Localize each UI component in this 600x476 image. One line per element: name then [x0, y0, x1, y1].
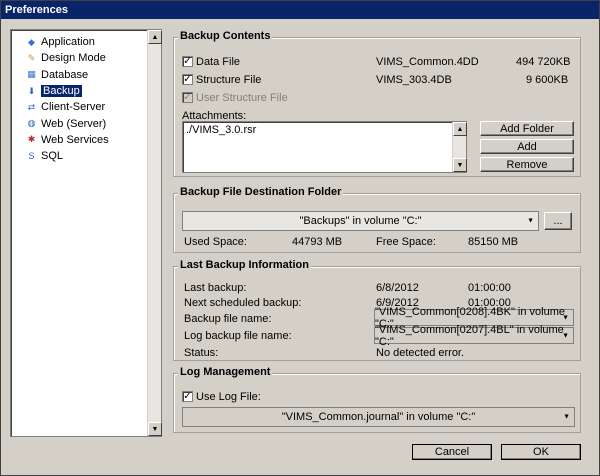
backup-contents-group: Backup Contents ✓ Data File VIMS_Common.… — [173, 30, 581, 177]
status-value: No detected error. — [376, 347, 465, 359]
web-server-icon: ◍ — [27, 118, 36, 129]
chevron-down-icon: ▼ — [527, 217, 534, 225]
last-backup-group: Last Backup Information Last backup: 6/8… — [173, 259, 581, 361]
log-file-select[interactable]: "VIMS_Common.journal" in volume "C:" ▼ — [182, 407, 575, 427]
cancel-button[interactable]: Cancel — [412, 444, 492, 460]
last-backup-date: 6/8/2012 — [376, 282, 419, 294]
sidebar-item-database[interactable]: ▦ Database — [11, 67, 147, 83]
scroll-down-button[interactable]: ▼ — [148, 422, 162, 436]
used-space-label: Used Space: — [184, 236, 247, 248]
ok-button[interactable]: OK — [501, 444, 581, 460]
sidebar-item-backup[interactable]: ⬇ Backup — [11, 83, 147, 99]
log-backup-file-name-label: Log backup file name: — [184, 330, 292, 342]
use-log-file-label: Use Log File: — [196, 391, 261, 403]
browse-button[interactable]: ... — [544, 212, 572, 230]
user-structure-file-checkbox[interactable]: ✓ — [182, 92, 193, 103]
sidebar-item-design-mode[interactable]: ✎ Design Mode — [11, 50, 147, 66]
log-backup-file-name-select[interactable]: "VIMS_Common[0207].4BL" in volume "C:" ▼ — [374, 324, 574, 348]
scroll-up-button[interactable]: ▲ — [148, 30, 162, 44]
structure-file-label: Structure File — [196, 74, 262, 86]
attachment-item[interactable]: ./VIMS_3.0.rsr — [186, 124, 256, 136]
log-management-title: Log Management — [178, 366, 273, 378]
remove-button[interactable]: Remove — [480, 157, 574, 172]
data-file-checkbox[interactable]: ✓ — [182, 56, 193, 67]
destination-group: Backup File Destination Folder "Backups"… — [173, 186, 581, 253]
web-services-icon: ✱ — [27, 134, 36, 145]
data-file-label: Data File — [196, 56, 241, 68]
sidebar-item-label: Client-Server — [41, 101, 106, 114]
structure-file-name: VIMS_303.4DB — [376, 74, 452, 86]
free-space-value: 85150 MB — [468, 236, 519, 248]
sidebar-item-label: Application — [41, 36, 95, 49]
attachments-scrollbar[interactable]: ▲ ▼ — [452, 122, 467, 172]
sidebar-list: ◆ Application ✎ Design Mode ▦ Database ⬇ Backup… — [11, 30, 147, 436]
sidebar-item-label: Design Mode — [41, 52, 106, 65]
client-server-icon: ⇄ — [27, 101, 36, 112]
structure-file-checkbox[interactable]: ✓ — [182, 74, 193, 85]
add-folder-button[interactable]: Add Folder — [480, 121, 574, 136]
free-space-label: Free Space: — [376, 236, 436, 248]
sidebar-item-label: Web (Server) — [41, 117, 107, 130]
chevron-down-icon: ▼ — [562, 314, 569, 321]
sidebar-item-web-services[interactable]: ✱ Web Services — [11, 132, 147, 148]
log-file-value: "VIMS_Common.journal" in volume "C:" — [281, 411, 476, 423]
log-backup-file-name-value: "VIMS_Common[0207].4BL" in volume "C:" — [375, 323, 564, 348]
structure-file-size: 9 600KB — [526, 74, 569, 86]
sidebar-item-label: SQL — [41, 150, 64, 163]
sidebar-item-label: Web Services — [41, 133, 109, 146]
attachments-scroll-up[interactable]: ▲ — [453, 122, 467, 136]
chevron-down-icon: ▼ — [563, 413, 570, 421]
preferences-window: Preferences ◆ Application ✎ Design Mode ▦ Dat… — [0, 0, 600, 476]
status-label: Status: — [184, 347, 219, 359]
next-backup-label: Next scheduled backup: — [184, 297, 302, 309]
sidebar-item-web-server[interactable]: ◍ Web (Server) — [11, 115, 147, 131]
last-backup-title: Last Backup Information — [178, 259, 311, 271]
data-file-name: VIMS_Common.4DD — [376, 56, 479, 68]
destination-folder-select[interactable]: "Backups" in volume "C:" ▼ — [182, 211, 539, 231]
last-backup-label: Last backup: — [184, 282, 247, 294]
sql-icon: S — [28, 151, 35, 162]
window-title: Preferences — [1, 1, 599, 19]
last-backup-time: 01:00:00 — [468, 282, 511, 294]
sidebar: ◆ Application ✎ Design Mode ▦ Database ⬇ Backup… — [10, 29, 162, 437]
sidebar-item-client-server[interactable]: ⇄ Client-Server — [11, 99, 147, 115]
log-management-group: Log Management ✓ Use Log File: "VIMS_Com… — [173, 366, 581, 433]
used-space-value: 44793 MB — [292, 236, 343, 248]
attachments-scroll-down[interactable]: ▼ — [453, 158, 467, 172]
sidebar-scrollbar[interactable]: ▲ ▼ — [147, 30, 162, 436]
application-icon: ◆ — [28, 36, 35, 47]
backup-icon: ⬇ — [27, 85, 36, 96]
design-mode-icon: ✎ — [27, 52, 36, 63]
use-log-file-checkbox[interactable]: ✓ — [182, 391, 193, 402]
database-icon: ▦ — [27, 69, 36, 80]
destination-folder-value: "Backups" in volume "C:" — [299, 215, 422, 227]
backup-contents-title: Backup Contents — [178, 30, 273, 42]
data-file-size: 494 720KB — [516, 56, 571, 68]
sidebar-item-sql[interactable]: S SQL — [11, 148, 147, 164]
sidebar-item-label: Backup — [41, 85, 82, 98]
destination-title: Backup File Destination Folder — [178, 186, 344, 198]
add-button[interactable]: Add — [480, 139, 574, 154]
sidebar-item-application[interactable]: ◆ Application — [11, 34, 147, 50]
sidebar-item-label: Database — [41, 68, 89, 81]
attachments-list[interactable]: ./VIMS_3.0.rsr ▲ ▼ — [182, 121, 467, 173]
backup-file-name-label: Backup file name: — [184, 313, 272, 325]
chevron-down-icon: ▼ — [562, 332, 569, 339]
user-structure-file-label: User Structure File — [196, 92, 288, 104]
